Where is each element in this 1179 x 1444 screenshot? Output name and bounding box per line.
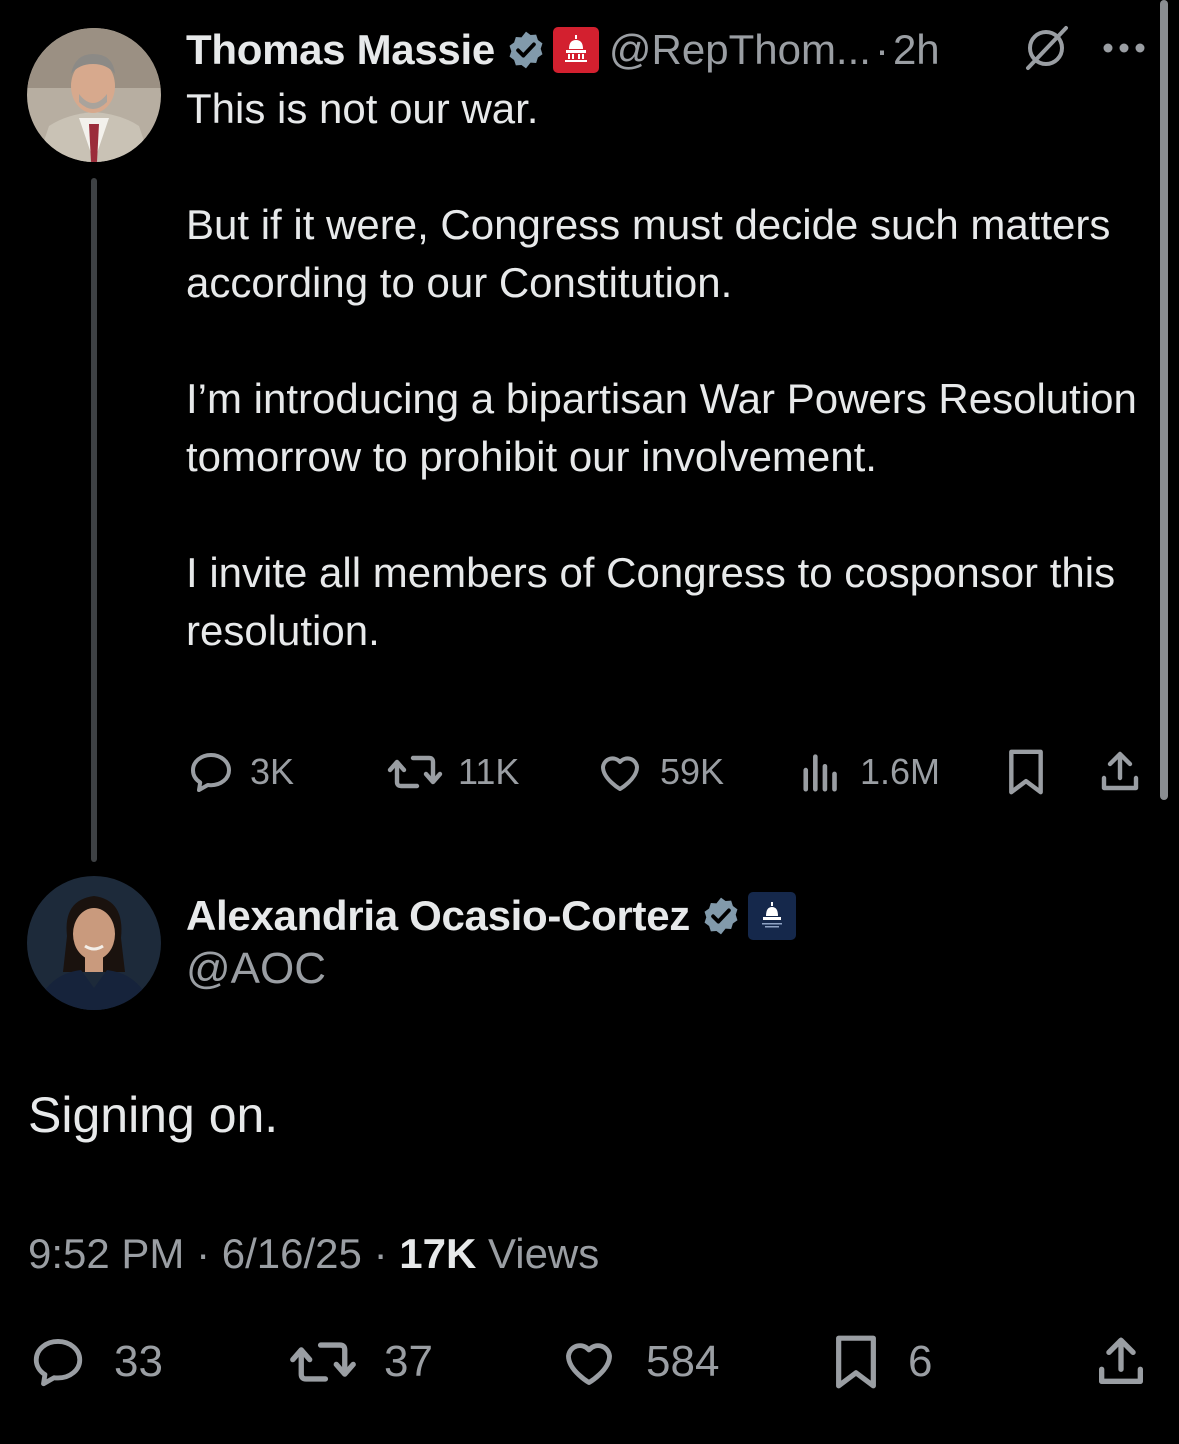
author-handle[interactable]: @RepThom... (609, 26, 871, 74)
views-label[interactable]: Views (488, 1230, 599, 1277)
author-name[interactable]: Thomas Massie (186, 26, 495, 74)
tweet-paragraph: This is not our war. (186, 85, 539, 132)
house-democrats-badge-icon[interactable] (747, 892, 796, 940)
parent-tweet-text: This is not our war. But if it were, Con… (186, 80, 1146, 660)
tweet-date[interactable]: 6/16/25 (222, 1230, 362, 1277)
more-icon[interactable] (1100, 36, 1148, 65)
reply-button[interactable]: 3K (186, 742, 294, 802)
bookmark-button[interactable]: 6 (830, 1322, 932, 1402)
reply-tweet-text: Signing on. (28, 1087, 279, 1143)
reply-icon (33, 1339, 83, 1387)
thread-connector-line (91, 178, 97, 862)
reply-count: 33 (114, 1337, 163, 1386)
tweet-meta: 9:52 PM · 6/16/25 · 17K Views (28, 1230, 599, 1278)
bookmark-count: 6 (908, 1337, 933, 1386)
like-icon (566, 1343, 612, 1385)
repost-button[interactable]: 37 (288, 1322, 433, 1402)
like-button[interactable]: 59K (594, 742, 724, 802)
gop-capitol-badge-icon[interactable] (552, 27, 599, 73)
author-handle[interactable]: @AOC (186, 944, 326, 994)
bookmark-icon (1009, 749, 1043, 795)
like-button[interactable]: 584 (558, 1322, 719, 1402)
repost-count: 37 (384, 1337, 433, 1386)
scrollbar[interactable] (1160, 0, 1168, 800)
reply-count: 3K (250, 751, 295, 792)
repost-icon (290, 1342, 356, 1382)
views-button[interactable]: 1.6M (800, 742, 940, 802)
separator-dot: · (373, 1230, 388, 1277)
separator-dot: · (196, 1230, 211, 1277)
like-count: 584 (646, 1337, 720, 1386)
repost-count: 11K (458, 751, 520, 792)
repost-icon (387, 755, 443, 789)
share-icon (1101, 751, 1139, 791)
share-button[interactable] (1096, 742, 1144, 802)
parent-tweet-header: Thomas Massie @RepThom... · 2h (186, 22, 940, 78)
tweet-time[interactable]: 9:52 PM (28, 1230, 184, 1277)
grok-icon[interactable] (1022, 24, 1070, 77)
reply-tweet-header: Alexandria Ocasio-Cortez (186, 888, 796, 944)
avatar-thomas-massie[interactable] (27, 28, 161, 162)
like-icon (601, 756, 639, 791)
author-name[interactable]: Alexandria Ocasio-Cortez (186, 892, 690, 940)
like-count: 59K (660, 751, 725, 792)
tweet-time[interactable]: 2h (893, 26, 940, 74)
share-icon (1099, 1337, 1143, 1384)
bookmark-icon (836, 1335, 876, 1389)
tweet-paragraph: But if it were, Congress must decide suc… (186, 201, 1111, 306)
reply-button[interactable]: 33 (28, 1322, 163, 1402)
views-count[interactable]: 17K (399, 1230, 476, 1277)
tweet-paragraph: I invite all members of Congress to cosp… (186, 549, 1116, 654)
views-count: 1.6M (860, 751, 941, 792)
repost-button[interactable]: 11K (386, 742, 519, 802)
parent-tweet-actions: 3K 11K 59K 1.6M (186, 742, 1146, 802)
tweet-paragraph: I’m introducing a bipartisan War Powers … (186, 375, 1137, 480)
reply-tweet-actions: 33 37 584 6 (0, 1322, 1179, 1402)
verified-icon[interactable] (700, 895, 742, 937)
separator-dot: · (874, 26, 889, 73)
avatar-aoc[interactable] (27, 876, 161, 1010)
share-button[interactable] (1092, 1322, 1150, 1402)
bookmark-button[interactable] (1004, 742, 1048, 802)
views-icon (803, 754, 837, 792)
verified-icon[interactable] (505, 29, 547, 71)
reply-icon (191, 753, 231, 792)
